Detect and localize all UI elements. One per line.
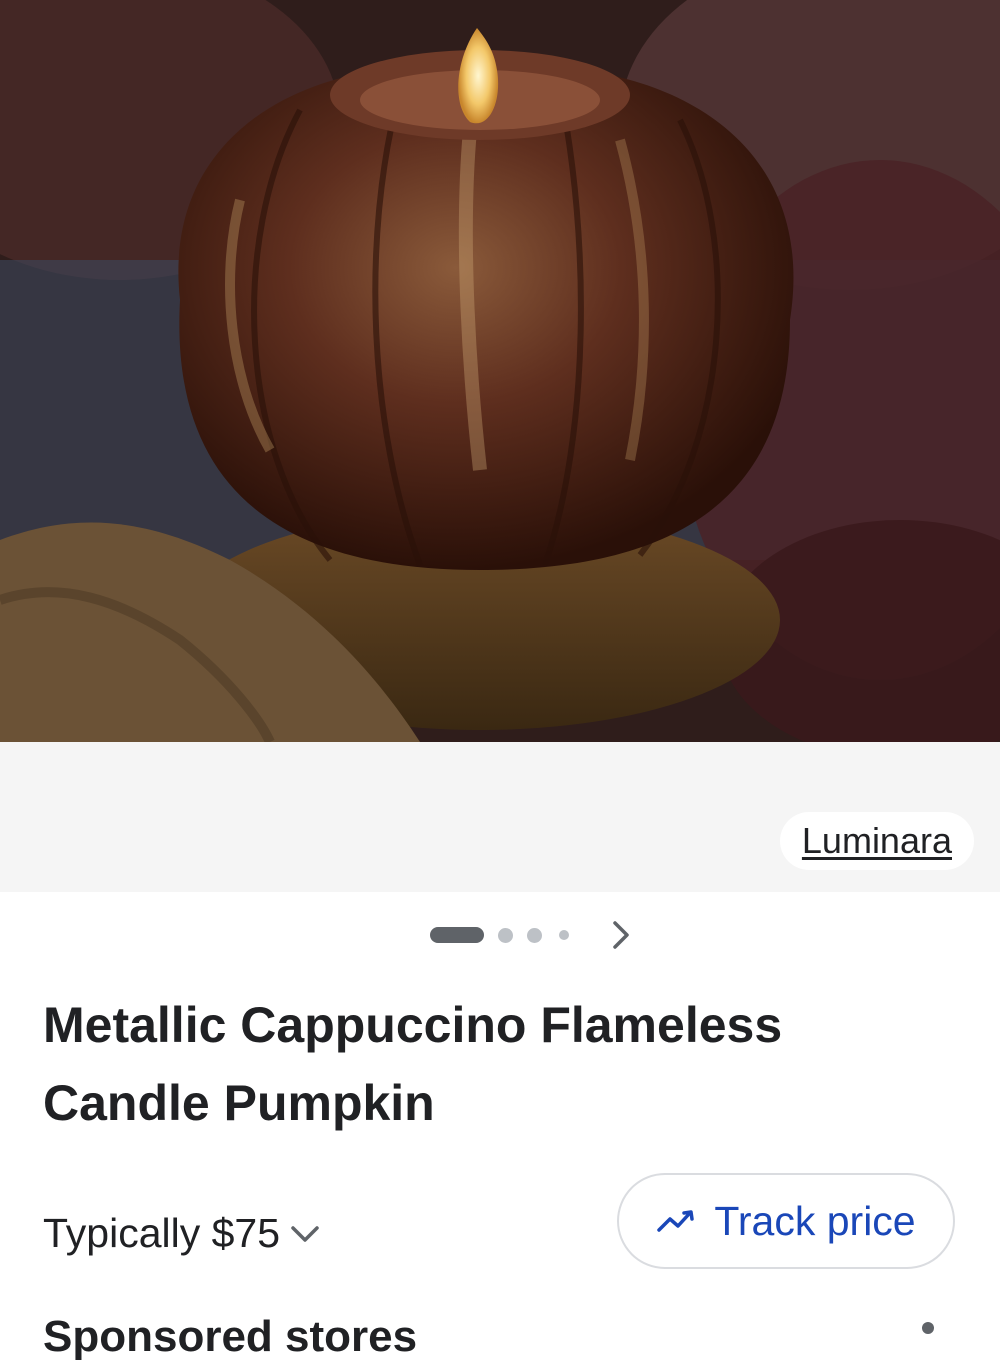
carousel-indicator <box>430 925 569 945</box>
typical-price[interactable]: Typically $75 <box>43 1210 320 1257</box>
brand-chip[interactable]: Luminara <box>779 812 974 870</box>
carousel-dot[interactable] <box>498 927 513 943</box>
carousel-dot[interactable] <box>559 930 569 940</box>
carousel-dot[interactable] <box>527 927 542 943</box>
track-price-button[interactable]: Track price <box>617 1173 955 1269</box>
product-image[interactable] <box>0 0 1000 742</box>
product-title: Metallic Cappuccino Flameless Candle Pum… <box>43 997 783 1131</box>
track-price-label: Track price <box>714 1197 916 1244</box>
chevron-right-icon <box>613 921 629 949</box>
typical-price-label: Typically $75 <box>43 1210 281 1256</box>
trending-icon <box>657 1210 695 1232</box>
chevron-down-icon <box>290 1225 320 1243</box>
more-vert-icon[interactable] <box>922 1322 934 1334</box>
sponsored-stores-heading: Sponsored stores <box>43 1312 418 1361</box>
carousel-next-button[interactable] <box>606 917 636 953</box>
carousel-dot-active[interactable] <box>430 927 484 943</box>
